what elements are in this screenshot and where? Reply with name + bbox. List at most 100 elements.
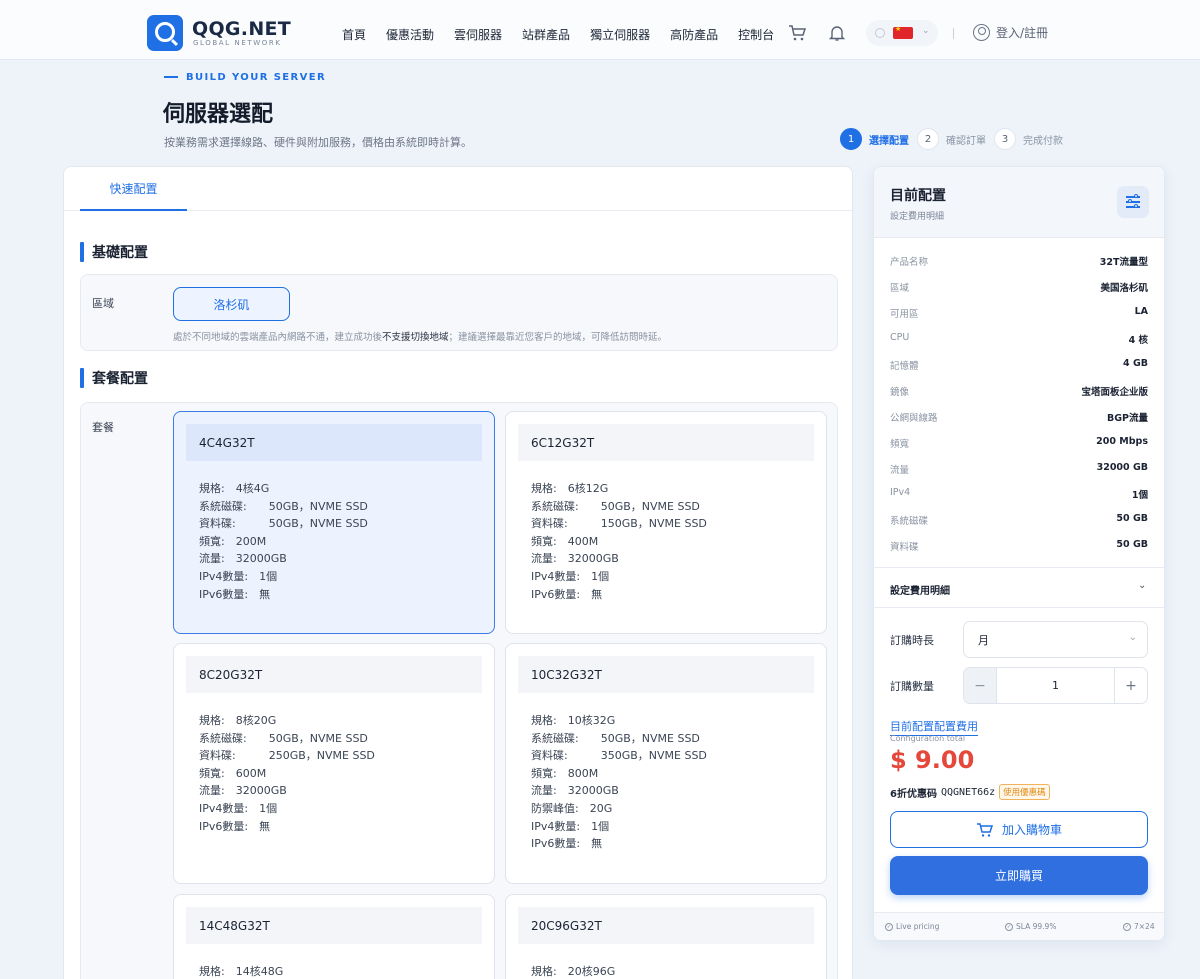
quantity-label: 訂購數量	[890, 680, 934, 693]
footer-item: ✓ SLA 99.9%	[1005, 922, 1056, 931]
divider	[953, 28, 954, 39]
quantity-input[interactable]: 1	[997, 668, 1114, 703]
plan-label: 套餐	[92, 421, 114, 434]
region-note-emphasis: 不支援切換地域	[382, 332, 449, 343]
summary-title: 目前配置	[890, 188, 946, 204]
nav-ddos-products[interactable]: 高防產品	[670, 26, 718, 43]
summary-key: CPU	[890, 332, 910, 343]
spec-line: 規格: 6核12G	[531, 482, 609, 495]
cart-icon[interactable]	[788, 24, 806, 42]
summary-key: 鏡像	[890, 387, 910, 398]
language-selector[interactable]: ⌄	[866, 20, 938, 46]
step-select-config: 1 選擇配置	[840, 128, 909, 150]
region-note: 處於不同地域的雲端產品內網路不通，建立成功後不支援切換地域；建議選擇最靠近您客戶…	[173, 329, 667, 343]
summary-key: 产品名称	[890, 257, 929, 268]
cost-detail-toggle[interactable]: 設定費用明細	[890, 582, 950, 597]
summary-value: 宝塔面板企业版	[1081, 387, 1148, 398]
spec-line: IPv6數量: 無	[531, 837, 603, 851]
spec-line: IPv4數量: 1個	[199, 569, 278, 583]
region-label: 區域	[92, 297, 114, 310]
sliders-icon[interactable]	[1117, 186, 1149, 218]
summary-value: 32T流量型	[1099, 257, 1148, 268]
spec-line: 流量: 32000GB	[199, 552, 287, 566]
spec-line: 規格: 20核96G	[531, 965, 616, 978]
summary-value: 50 GB	[1116, 539, 1148, 550]
summary-key: 資料碟	[890, 542, 919, 553]
total-label-en: Configuration total	[890, 734, 966, 743]
spec-line: 資料碟: 150GB，NVME SSD	[531, 517, 707, 531]
logo-icon[interactable]	[147, 15, 183, 51]
login-label: 登入/註冊	[996, 26, 1049, 40]
summary-row: IPv4 1個	[890, 487, 1148, 501]
nav-promotions[interactable]: 優惠活動	[386, 26, 434, 43]
spec-line: 系統磁碟: 50GB，NVME SSD	[199, 731, 368, 745]
summary-subtitle: 設定費用明細	[890, 212, 945, 222]
bell-icon[interactable]	[828, 24, 846, 42]
plan-card-14c48g32t[interactable]: 14C48G32T 規格: 14核48G	[173, 894, 495, 979]
add-to-cart-button[interactable]: 加入購物車	[890, 811, 1148, 848]
summary-value: 1個	[1131, 490, 1148, 501]
decrement-button[interactable]: −	[964, 668, 997, 703]
summary-row: 區域 美国洛杉矶	[890, 280, 1148, 294]
increment-button[interactable]: +	[1114, 668, 1147, 703]
top-header: QQG.NET GLOBAL NETWORK 首頁 優惠活動 雲伺服器 站群產品…	[0, 0, 1200, 60]
plan-card-8c20g32t[interactable]: 8C20G32T 規格: 8核20G 系統磁碟: 50GB，NVME SSD 資…	[173, 643, 495, 884]
quantity-stepper: − 1 +	[963, 667, 1148, 704]
summary-key: 區域	[890, 283, 910, 294]
nav-cloud-servers[interactable]: 雲伺服器	[454, 26, 502, 43]
plan-section-title: 套餐配置	[80, 368, 148, 388]
plan-name: 20C96G32T	[518, 907, 814, 944]
check-icon: ✓	[885, 922, 893, 931]
footer-item: ✓ 7×24	[1123, 922, 1155, 931]
buy-now-button[interactable]: 立即購買	[890, 856, 1148, 895]
basic-section-title: 基礎配置	[80, 242, 148, 262]
total-price: $ 9.00	[890, 746, 975, 774]
chevron-down-icon: ⌄	[1128, 632, 1137, 643]
use-promo-button[interactable]: 使用優惠碼	[999, 784, 1050, 800]
spec-line: 防禦峰值: 20G	[531, 801, 613, 815]
spec-line: IPv4數量: 1個	[199, 801, 278, 815]
tab-quick-config[interactable]: 快速配置	[80, 167, 187, 211]
footer-text: Live pricing	[896, 922, 940, 931]
region-option-los-angeles[interactable]: 洛杉矶	[173, 287, 290, 321]
plan-name: 8C20G32T	[186, 656, 482, 693]
plan-card-4c4g32t[interactable]: 4C4G32T 規格: 4核4G 系統磁碟: 50GB，NVME SSD 資料碟…	[173, 411, 495, 634]
duration-select[interactable]: 月 ⌄	[963, 621, 1148, 658]
chevron-down-icon[interactable]: ⌄	[1138, 580, 1146, 591]
summary-key: 公網與線路	[890, 413, 938, 424]
spec-line: 規格: 4核4G	[199, 482, 270, 495]
summary-row: 頻寬 200 Mbps	[890, 436, 1148, 450]
step-label: 完成付款	[1023, 135, 1063, 147]
summary-key: 頻寬	[890, 439, 910, 450]
footer-item: ✓ Live pricing	[885, 922, 939, 931]
spec-line: IPv6數量: 無	[531, 587, 603, 601]
plan-card-20c96g32t[interactable]: 20C96G32T 規格: 20核96G	[505, 894, 827, 979]
step-payment: 3 完成付款	[994, 128, 1063, 150]
plan-card-10c32g32t[interactable]: 10C32G32T 規格: 10核32G 系統磁碟: 50GB，NVME SSD…	[505, 643, 827, 884]
duration-label: 訂購時長	[890, 634, 934, 647]
step-confirm-order: 2 確認訂單	[917, 128, 986, 150]
kicker-line	[164, 76, 178, 78]
page-title: 伺服器選配	[163, 102, 274, 127]
summary-value: LA	[1134, 306, 1148, 317]
spec-line: 頻寬: 600M	[199, 766, 267, 780]
footer-text: SLA 99.9%	[1016, 922, 1057, 931]
summary-key: 記憶體	[890, 361, 919, 372]
nav-home[interactable]: 首頁	[342, 26, 366, 43]
plan-section: 套餐 4C4G32T 規格: 4核4G 系統磁碟: 50GB，NVME SSD …	[80, 402, 838, 979]
region-note-text: 處於不同地域的雲端產品內網路不通，建立成功後	[173, 332, 383, 343]
summary-panel: 目前配置 設定費用明細 产品名称 32T流量型 區域 美国洛杉矶 可用區 LA CPU…	[873, 166, 1165, 941]
chevron-down-icon: ⌄	[922, 26, 930, 36]
login-link[interactable]: 登入/註冊	[973, 24, 1048, 41]
spec-line: 頻寬: 200M	[199, 534, 267, 548]
tab-bar: 快速配置	[64, 167, 854, 211]
summary-value: 美国洛杉矶	[1100, 283, 1148, 294]
nav-site-group[interactable]: 站群產品	[522, 26, 570, 43]
logo-text[interactable]: QQG.NET	[192, 18, 291, 40]
plan-card-6c12g32t[interactable]: 6C12G32T 規格: 6核12G 系統磁碟: 50GB，NVME SSD 資…	[505, 411, 827, 634]
step-number: 3	[994, 128, 1016, 150]
nav-console[interactable]: 控制台	[738, 26, 774, 43]
spec-line: 資料碟: 350GB，NVME SSD	[531, 749, 707, 763]
nav-dedicated-servers[interactable]: 獨立伺服器	[590, 26, 650, 43]
summary-row: CPU 4 核	[890, 332, 1148, 346]
